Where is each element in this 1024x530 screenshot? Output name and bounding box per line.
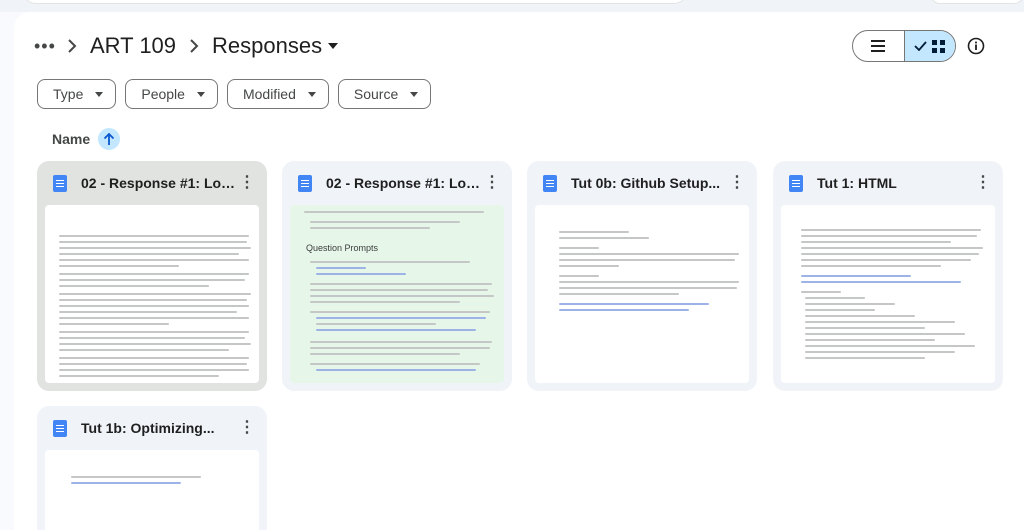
checkmark-icon	[914, 41, 928, 51]
list-view-button[interactable]	[853, 31, 904, 61]
file-card[interactable]: Tut 0b: Github Setup... ⋮	[527, 161, 757, 391]
file-card[interactable]: 02 - Response #1: Lo-... ⋮ Question Prom…	[282, 161, 512, 391]
file-thumbnail	[781, 205, 995, 383]
thumbnail-heading: Question Prompts	[306, 243, 379, 253]
arrow-up-icon	[98, 128, 121, 150]
view-toggle	[852, 30, 956, 62]
file-thumbnail: Question Prompts	[290, 205, 504, 383]
chevron-right-icon	[176, 37, 212, 55]
breadcrumb-more-button[interactable]: •••	[34, 36, 55, 57]
google-docs-icon	[53, 174, 67, 192]
source-filter-chip[interactable]: Source	[337, 79, 432, 109]
file-title: 02 - Response #1: Lo-...	[81, 175, 237, 191]
file-title: 02 - Response #1: Lo-...	[326, 175, 482, 191]
chevron-right-icon	[54, 37, 90, 55]
breadcrumb-current-folder[interactable]: Responses	[212, 33, 339, 59]
file-card[interactable]: Tut 1: HTML ⋮	[773, 161, 1003, 391]
more-actions-button[interactable]: ⋮	[973, 175, 993, 191]
grid-view-button[interactable]	[903, 31, 955, 61]
caret-down-icon	[307, 91, 316, 97]
more-actions-button[interactable]: ⋮	[237, 420, 257, 436]
breadcrumb: ••• ART 109 Responses	[34, 30, 339, 62]
modified-filter-chip[interactable]: Modified	[226, 79, 329, 109]
file-thumbnail	[45, 205, 259, 383]
people-filter-chip[interactable]: People	[125, 79, 218, 109]
file-title: Tut 1b: Optimizing...	[81, 420, 215, 436]
google-docs-icon	[789, 174, 803, 192]
info-icon	[967, 37, 985, 55]
header-control-edge[interactable]	[930, 0, 1024, 4]
type-filter-chip[interactable]: Type	[37, 79, 117, 109]
more-actions-button[interactable]: ⋮	[482, 175, 502, 191]
sort-label: Name	[52, 131, 91, 147]
breadcrumb-parent-link[interactable]: ART 109	[90, 33, 176, 59]
current-folder-name: Responses	[212, 33, 323, 58]
caret-down-icon	[95, 91, 104, 97]
more-actions-button[interactable]: ⋮	[727, 175, 747, 191]
caret-down-icon	[196, 91, 205, 97]
file-card[interactable]: 02 - Response #1: Lo-... ⋮	[37, 161, 267, 391]
file-title: Tut 0b: Github Setup...	[571, 175, 721, 191]
chip-label: Source	[353, 86, 399, 102]
sort-by-name-button[interactable]: Name	[52, 127, 121, 151]
search-bar-edge[interactable]	[22, 0, 688, 4]
google-docs-icon	[543, 174, 557, 192]
file-title: Tut 1: HTML	[817, 175, 897, 191]
file-thumbnail	[45, 450, 259, 530]
chip-label: Modified	[242, 86, 296, 102]
caret-down-icon	[410, 91, 419, 97]
file-thumbnail	[535, 205, 749, 383]
more-actions-button[interactable]: ⋮	[237, 175, 257, 191]
file-card[interactable]: Tut 1b: Optimizing... ⋮	[37, 406, 267, 530]
grid-icon	[932, 39, 946, 53]
chip-label: Type	[53, 86, 84, 102]
google-docs-icon	[53, 419, 67, 437]
info-button[interactable]	[964, 34, 988, 58]
list-icon	[871, 40, 886, 52]
google-docs-icon	[298, 174, 312, 192]
caret-down-icon	[328, 43, 339, 49]
filter-chips: Type People Modified Source	[37, 79, 432, 109]
chip-label: People	[141, 86, 185, 102]
